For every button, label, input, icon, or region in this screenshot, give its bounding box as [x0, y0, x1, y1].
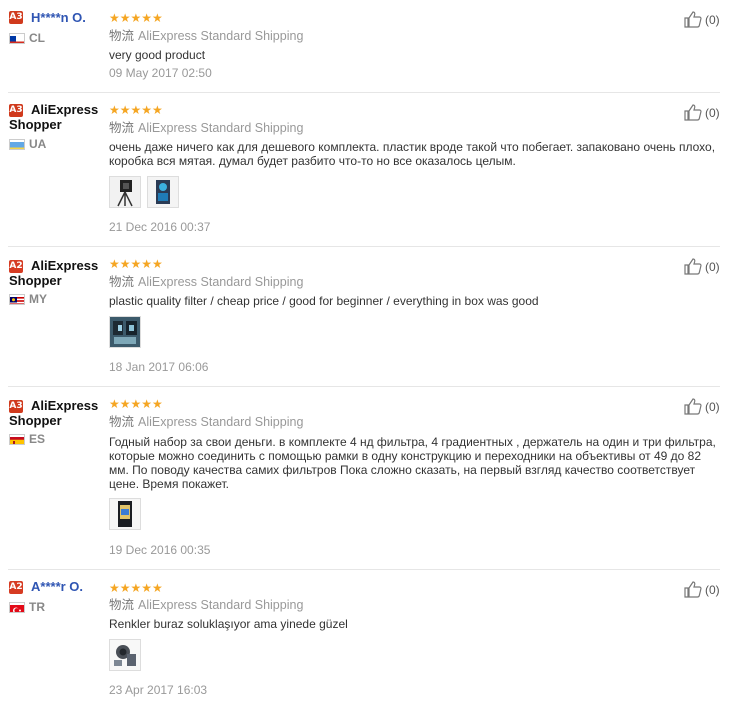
thumbs-up-icon [684, 258, 702, 275]
helpful-count: (0) [705, 582, 720, 597]
helpful-count: (0) [705, 259, 720, 274]
helpful-button[interactable]: (0) [684, 258, 720, 275]
reviewer-name[interactable]: AliExpress Shopper [9, 258, 101, 288]
review-photo-thumbnail[interactable] [109, 176, 141, 208]
photo-image [110, 499, 140, 529]
country-code: TR [29, 600, 45, 614]
thumbs-up-icon [684, 104, 702, 121]
photo-image [110, 177, 140, 207]
shipping-label: 物流 [109, 414, 135, 429]
shipping-method: 物流 AliExpress Standard Shipping [109, 414, 303, 430]
shipping-value: AliExpress Standard Shipping [138, 275, 304, 289]
flag-cl-icon [9, 33, 25, 44]
star-rating: ★★★★★ [109, 397, 163, 411]
thumbs-up-icon [684, 581, 702, 598]
reviewer-name-line2: Shopper [9, 273, 62, 288]
divider [8, 569, 720, 570]
review-photo-thumbnail[interactable] [109, 639, 141, 671]
reviewer-name[interactable]: H****n O. [31, 10, 86, 25]
country-code: ES [29, 432, 46, 446]
shipping-label: 物流 [109, 274, 135, 289]
shipping-label: 物流 [109, 597, 135, 612]
reviewer-name-line1: AliExpress [31, 398, 99, 413]
shipping-value: AliExpress Standard Shipping [138, 415, 304, 429]
shipping-label: 物流 [109, 120, 135, 135]
review-text: plastic quality filter / cheap price / g… [109, 294, 539, 308]
shipping-method: 物流 AliExpress Standard Shipping [109, 274, 303, 290]
photo-image [110, 317, 140, 347]
review-date: 09 May 2017 02:50 [109, 66, 212, 80]
shipping-label: 物流 [109, 28, 135, 43]
divider [8, 92, 720, 93]
star-rating: ★★★★★ [109, 581, 163, 595]
review-date: 19 Dec 2016 00:35 [109, 543, 211, 557]
shipping-value: AliExpress Standard Shipping [138, 598, 304, 612]
photo-image [148, 177, 178, 207]
thumbs-up-icon [684, 398, 702, 415]
review-date: 18 Jan 2017 06:06 [109, 360, 209, 374]
shipping-value: AliExpress Standard Shipping [138, 29, 304, 43]
divider [8, 386, 720, 387]
photo-image [110, 640, 140, 670]
helpful-button[interactable]: (0) [684, 11, 720, 28]
review-photo-thumbnail[interactable] [109, 498, 141, 530]
buyer-level-badge: A2 [9, 581, 23, 594]
review-text: Годный набор за свои деньги. в комплекте… [109, 435, 716, 491]
review-photo-thumbnail[interactable] [147, 176, 179, 208]
review-text: очень даже ничего как для дешевого компл… [109, 140, 716, 168]
review-photo-thumbnail[interactable] [109, 316, 141, 348]
shipping-method: 物流 AliExpress Standard Shipping [109, 28, 303, 44]
reviewer-name-line1: AliExpress [31, 102, 99, 117]
reviewer-name-line2: Shopper [9, 413, 62, 428]
thumbs-up-icon [684, 11, 702, 28]
helpful-count: (0) [705, 12, 720, 27]
helpful-count: (0) [705, 399, 720, 414]
review-text: Renkler buraz soluklaşıyor ama yinede gü… [109, 617, 348, 631]
flag-tr-icon [9, 602, 25, 613]
country-code: MY [29, 292, 47, 306]
star-rating: ★★★★★ [109, 257, 163, 271]
reviewer-name-line2: Shopper [9, 117, 62, 132]
review-text: very good product [109, 48, 206, 62]
helpful-button[interactable]: (0) [684, 581, 720, 598]
country-code: UA [29, 137, 47, 151]
shipping-value: AliExpress Standard Shipping [138, 121, 304, 135]
star-rating: ★★★★★ [109, 103, 163, 117]
flag-my-icon [9, 294, 25, 305]
helpful-button[interactable]: (0) [684, 398, 720, 415]
reviewer-name[interactable]: AliExpress Shopper [9, 398, 101, 428]
helpful-count: (0) [705, 105, 720, 120]
country-code: CL [29, 31, 45, 45]
review-date: 23 Apr 2017 16:03 [109, 683, 208, 697]
review-date: 21 Dec 2016 00:37 [109, 220, 211, 234]
star-rating: ★★★★★ [109, 11, 163, 25]
flag-ua-icon [9, 139, 25, 150]
shipping-method: 物流 AliExpress Standard Shipping [109, 597, 303, 613]
reviewer-name[interactable]: AliExpress Shopper [9, 102, 101, 132]
helpful-button[interactable]: (0) [684, 104, 720, 121]
buyer-level-badge: A3 [9, 11, 23, 24]
reviewer-name-line1: AliExpress [31, 258, 99, 273]
reviewer-name[interactable]: A****r O. [31, 579, 83, 594]
shipping-method: 物流 AliExpress Standard Shipping [109, 120, 303, 136]
flag-es-icon [9, 434, 25, 445]
divider [8, 246, 720, 247]
